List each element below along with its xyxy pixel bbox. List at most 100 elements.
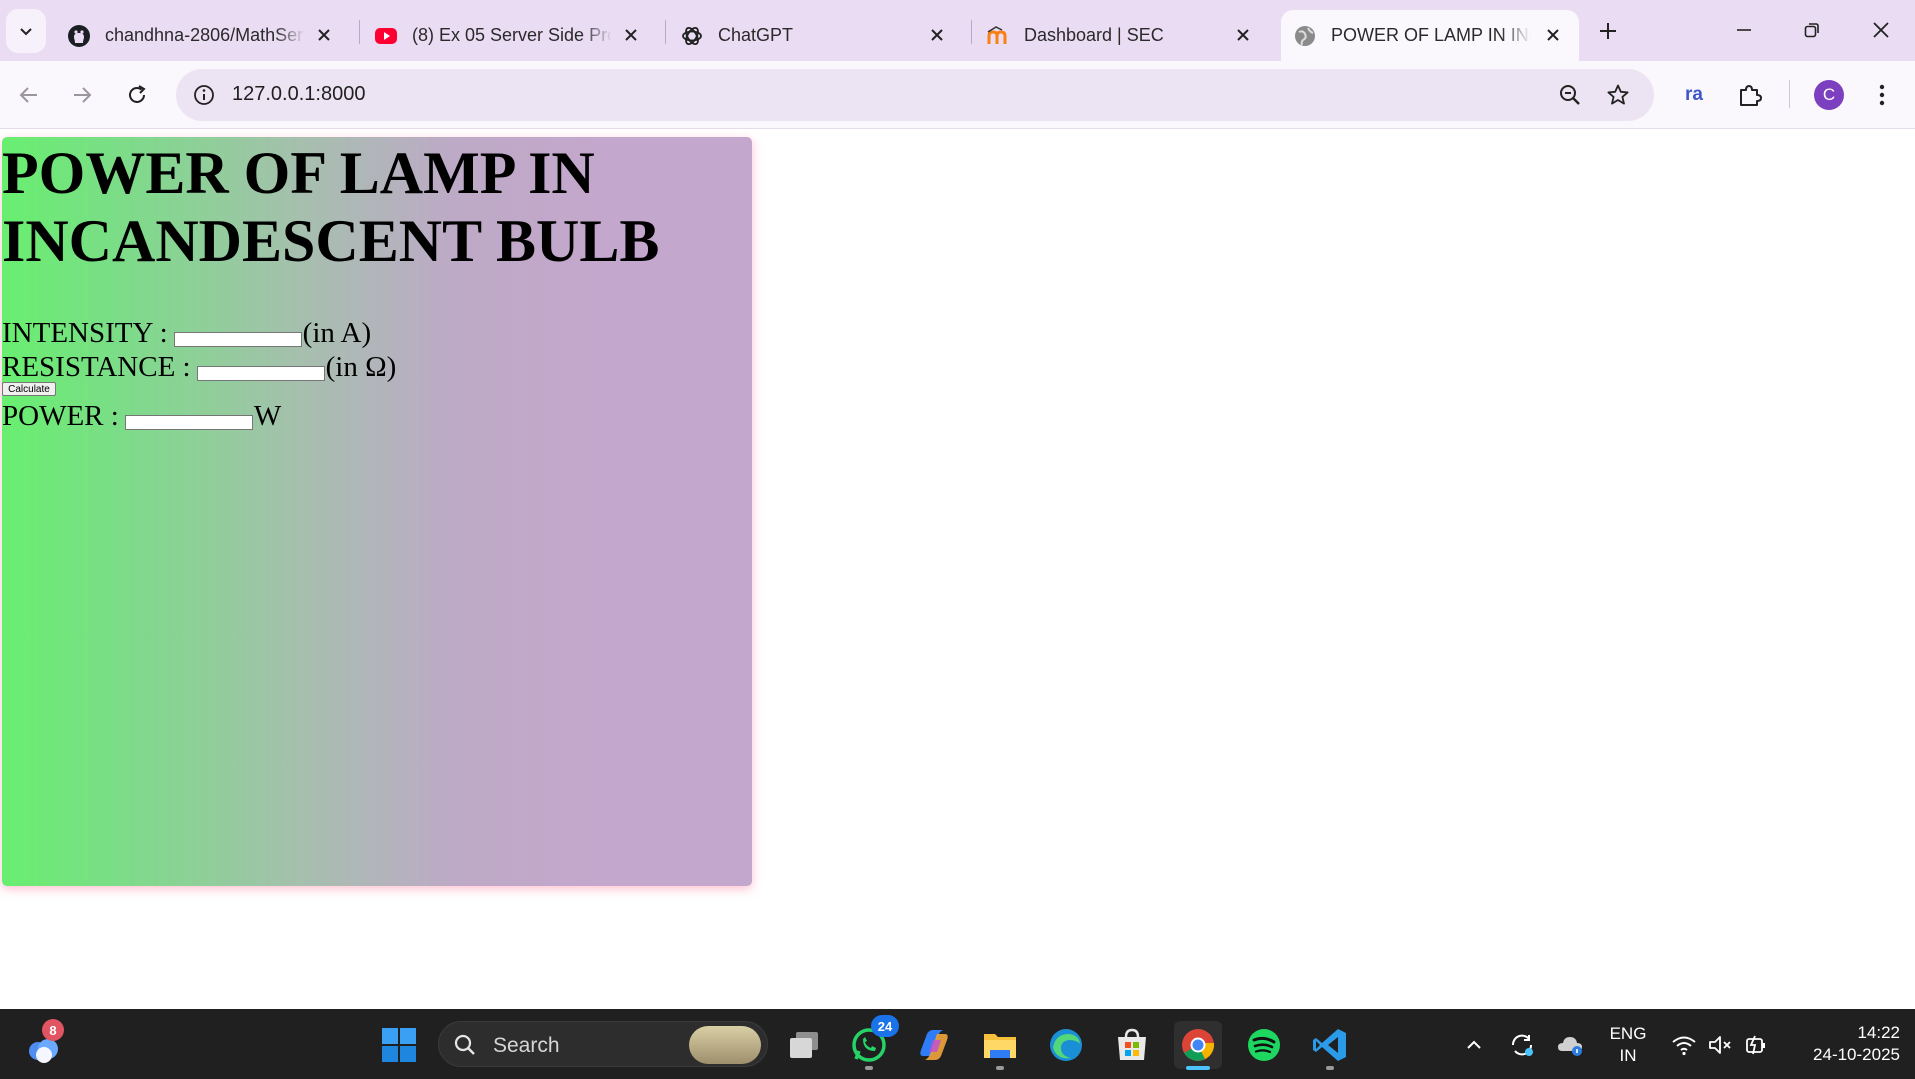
forward-button[interactable] [62,75,102,115]
search-label: Search [493,1034,560,1057]
sync-tray-button[interactable] [1508,1031,1536,1059]
microsoft-store-app[interactable] [1108,1021,1156,1069]
bookmark-star-icon[interactable] [1602,79,1634,111]
widgets-button[interactable]: 8 [20,1019,68,1069]
toolbar-divider [1789,80,1790,108]
running-indicator [1186,1066,1210,1070]
file-explorer-app[interactable] [976,1021,1024,1070]
task-view-icon [790,1032,818,1058]
new-tab-button[interactable] [1590,13,1626,49]
battery-charging-icon [1746,1035,1765,1055]
chevron-down-icon [20,28,32,36]
arrow-left-icon [19,87,37,103]
chatgpt-icon [680,24,704,48]
profile-button[interactable]: C [1811,77,1847,113]
tab-github[interactable]: chandhna-2806/MathServer [55,10,350,61]
whatsapp-badge: 24 [871,1015,899,1037]
chrome-icon [1182,1029,1215,1061]
close-icon[interactable] [1231,23,1255,47]
tab-chatgpt[interactable]: ChatGPT [668,10,963,61]
copilot-app[interactable] [910,1021,958,1069]
tab-separator [665,20,666,44]
minimize-icon [1737,29,1751,31]
close-icon[interactable] [1541,23,1565,47]
close-icon[interactable] [925,23,949,47]
intensity-input[interactable] [173,332,302,347]
address-text[interactable]: 127.0.0.1:8000 [232,83,365,106]
clock[interactable]: 14:22 24-10-2025 [1782,1022,1900,1066]
power-row: POWER : W [2,400,281,433]
tab-title: (8) Ex 05 Server Side Processing [412,25,612,45]
search-icon [453,1033,477,1057]
page-title: POWER OF LAMP IN INCANDESCENT BULB [2,140,660,274]
power-unit: W [253,400,282,432]
tab-youtube[interactable]: (8) Ex 05 Server Side Processing [362,10,657,61]
wifi-status[interactable] [1670,1031,1698,1059]
intensity-label: INTENSITY : [2,317,168,349]
reload-button[interactable] [117,75,157,115]
copilot-icon [920,1030,948,1060]
calculator-card: POWER OF LAMP IN INCANDESCENT BULB INTEN… [2,137,752,886]
cloud-icon [1558,1037,1582,1056]
windows-logo-icon [382,1028,416,1062]
resistance-row: RESISTANCE : (in Ω) [2,351,396,384]
site-info-icon[interactable] [188,79,220,111]
folder-icon [984,1034,1016,1058]
calculate-button[interactable]: Calculate [2,382,56,396]
sync-icon [1511,1034,1533,1056]
intensity-row: INTENSITY : (in A) [2,317,371,350]
page-viewport: POWER OF LAMP IN INCANDESCENT BULB INTEN… [0,130,1915,1009]
reload-icon [129,85,146,103]
store-icon [1118,1028,1146,1060]
extension-ra-label: ra [1685,84,1703,105]
edge-app[interactable] [1042,1021,1090,1069]
close-window-button[interactable] [1851,8,1911,52]
close-icon[interactable] [619,23,643,47]
globe-icon [1293,24,1317,48]
chevron-up-icon [1467,1040,1481,1049]
tab-title: chandhna-2806/MathServer [105,25,305,45]
edge-icon [1050,1029,1082,1061]
arrow-right-icon [74,87,92,103]
resistance-input[interactable] [196,366,325,381]
avatar: C [1814,80,1844,110]
power-output[interactable] [124,415,253,430]
github-icon [67,24,91,48]
volume-muted-icon [1709,1036,1731,1054]
volume-status[interactable] [1706,1031,1734,1059]
language-indicator[interactable]: ENG IN [1606,1023,1650,1067]
taskbar-search[interactable]: Search [438,1021,768,1067]
clock-date: 24-10-2025 [1813,1045,1900,1064]
battery-status[interactable] [1742,1031,1770,1059]
restore-button[interactable] [1782,8,1842,52]
spotify-icon [1248,1029,1280,1061]
zoom-icon[interactable] [1554,79,1586,111]
extension-ra-button[interactable]: ra [1676,77,1712,113]
back-button[interactable] [9,75,49,115]
close-icon [1873,22,1889,38]
kebab-menu-icon [1879,84,1885,106]
close-icon[interactable] [312,23,336,47]
chrome-app[interactable] [1174,1021,1222,1070]
vscode-app[interactable] [1306,1021,1354,1070]
menu-button[interactable] [1864,77,1900,113]
windows-taskbar: 8 Search 24 ENG IN 14:22 24-10-2025 [0,1009,1915,1079]
spotify-app[interactable] [1240,1021,1288,1069]
restore-icon [1804,23,1819,38]
vscode-icon [1313,1029,1346,1061]
task-view-button[interactable] [780,1021,828,1069]
youtube-icon [374,24,398,48]
tab-power-of-lamp[interactable]: POWER OF LAMP IN INCANDESCENT BULB [1281,10,1579,61]
address-bar[interactable]: 127.0.0.1:8000 [176,69,1654,121]
tab-dashboard[interactable]: Dashboard | SEC [974,10,1269,61]
minimize-button[interactable] [1714,8,1774,52]
extensions-button[interactable] [1732,77,1768,113]
running-indicator [996,1066,1004,1070]
tab-separator [971,20,972,44]
show-hidden-icons-button[interactable] [1460,1031,1488,1059]
whatsapp-app[interactable]: 24 [845,1015,899,1070]
onedrive-tray-button[interactable] [1556,1031,1584,1059]
language-region: IN [1619,1046,1637,1065]
start-button[interactable] [375,1021,423,1069]
tab-search-button[interactable] [6,9,46,53]
